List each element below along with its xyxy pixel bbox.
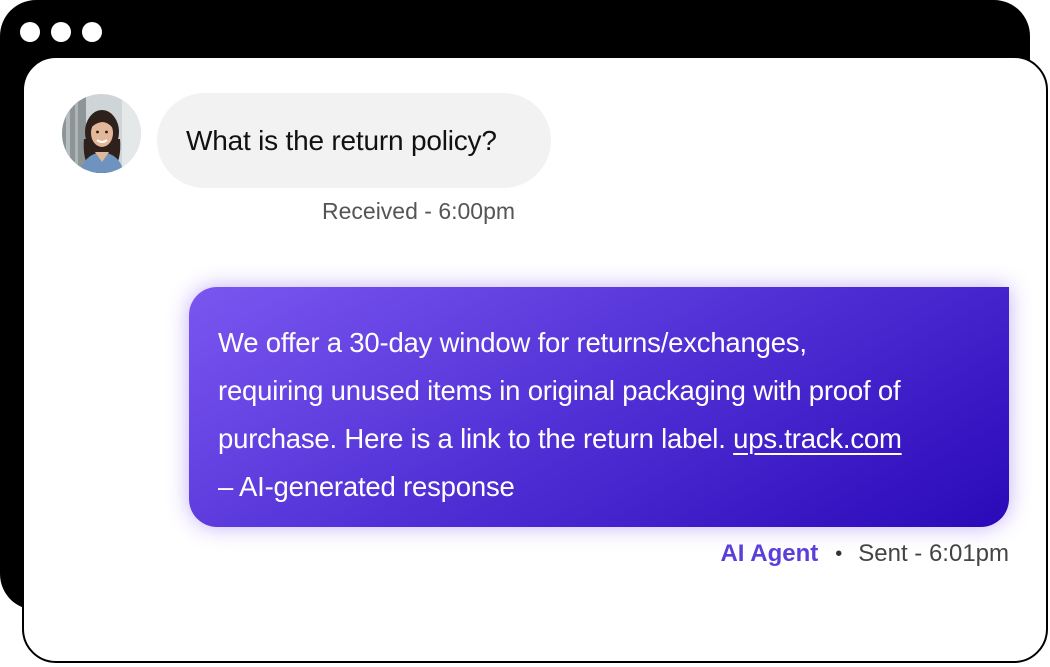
chat-illustration: What is the return policy? Received - 6:…: [0, 0, 1050, 667]
window-dot-icon[interactable]: [82, 22, 102, 42]
ai-generated-note: – AI-generated response: [218, 471, 515, 502]
sent-meta: AI Agent • Sent - 6:01pm: [720, 540, 1009, 568]
user-avatar-photo-icon: [62, 94, 141, 173]
outgoing-line: purchase. Here is a link to the return l…: [218, 415, 981, 463]
window-dot-icon[interactable]: [20, 22, 40, 42]
window-dot-icon[interactable]: [51, 22, 71, 42]
incoming-message-text: What is the return policy?: [186, 124, 497, 156]
window-controls: [20, 22, 102, 42]
separator-dot-icon: •: [835, 542, 843, 565]
sent-timestamp: Sent - 6:01pm: [858, 540, 1009, 567]
incoming-message-bubble: What is the return policy?: [157, 93, 551, 188]
outgoing-message-text: We offer a 30-day window for returns/exc…: [218, 319, 981, 511]
outgoing-line: requiring unused items in original packa…: [218, 375, 901, 406]
outgoing-line-text: purchase. Here is a link to the return l…: [218, 423, 726, 454]
received-timestamp: Received - 6:00pm: [322, 198, 516, 224]
agent-name: AI Agent: [720, 540, 819, 567]
outgoing-message-bubble: We offer a 30-day window for returns/exc…: [189, 287, 1009, 527]
return-label-link[interactable]: ups.track.com: [733, 423, 902, 454]
outgoing-line: We offer a 30-day window for returns/exc…: [218, 327, 807, 358]
avatar: [62, 94, 141, 173]
